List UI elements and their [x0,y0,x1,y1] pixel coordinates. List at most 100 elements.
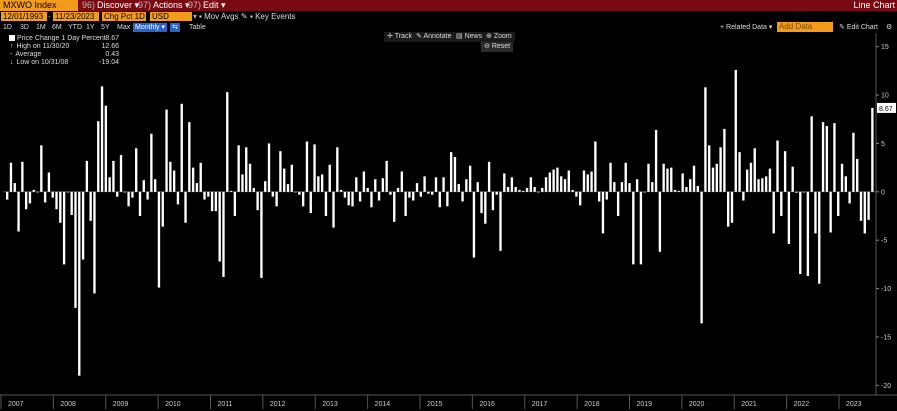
data-bar[interactable] [548,172,552,192]
data-bar[interactable] [207,191,210,197]
data-bar[interactable] [677,190,681,192]
data-bar[interactable] [635,179,639,192]
data-bar[interactable] [852,132,855,192]
gear-icon[interactable]: ⚙ [886,23,892,32]
data-bar[interactable] [863,191,866,234]
data-bar[interactable] [138,191,142,216]
data-bar[interactable] [768,168,772,192]
data-bar[interactable] [821,122,825,192]
data-bar[interactable] [81,191,85,260]
data-bar[interactable] [647,163,650,192]
data-bar[interactable] [233,191,237,216]
annotate-button[interactable]: ✎ Annotate [413,32,455,42]
data-bar[interactable] [229,190,233,192]
data-bar[interactable] [347,191,350,206]
data-bar[interactable] [214,191,218,212]
data-bar[interactable] [97,121,100,192]
data-bar[interactable] [689,179,692,192]
data-bar[interactable] [628,183,631,192]
data-bar[interactable] [692,165,696,192]
data-bar[interactable] [184,191,187,223]
data-bar[interactable] [100,86,104,192]
data-bar[interactable] [499,191,502,251]
data-bar[interactable] [487,161,491,192]
data-bar[interactable] [47,172,51,192]
data-bar[interactable] [112,160,115,192]
data-bar[interactable] [586,174,589,192]
data-bar[interactable] [818,191,821,284]
data-bar[interactable] [609,162,612,192]
data-bar[interactable] [749,162,753,192]
data-bar[interactable] [17,191,20,232]
period-5y[interactable]: 5Y [101,23,110,32]
data-bar[interactable] [651,182,654,192]
data-bar[interactable] [461,191,464,202]
data-bar[interactable] [89,191,92,221]
data-bar[interactable] [745,169,749,192]
related-data-button[interactable]: + Related Data ▾ [720,23,772,32]
data-bar[interactable] [662,163,665,192]
data-bar[interactable] [195,183,199,192]
data-bar[interactable] [298,191,301,195]
data-bar[interactable] [764,176,768,192]
data-bar[interactable] [772,191,775,234]
data-bar[interactable] [556,167,559,192]
period-1m[interactable]: 1M [36,23,46,32]
data-bar[interactable] [666,168,669,192]
data-bar[interactable] [51,191,54,198]
data-bar[interactable] [597,191,601,202]
data-bar[interactable] [837,191,840,216]
data-bar[interactable] [153,179,157,192]
data-bar[interactable] [829,191,832,233]
data-bar[interactable] [24,191,28,210]
data-bar[interactable] [616,191,620,216]
data-bar[interactable] [613,182,616,192]
currency-select[interactable]: USD [150,12,192,21]
track-button[interactable]: ✛ Track [384,32,415,42]
data-bar[interactable] [74,191,77,308]
data-bar[interactable] [814,191,817,234]
data-bar[interactable] [271,191,274,197]
data-bar[interactable] [358,191,362,202]
start-date-field[interactable]: 12/01/1993 [1,12,47,21]
data-bar[interactable] [6,191,9,200]
data-bar[interactable] [210,191,214,212]
data-bar[interactable] [245,147,248,192]
period-1d[interactable]: 1D [3,23,12,32]
data-bar[interactable] [685,186,688,192]
period-max[interactable]: Max [117,23,130,32]
menu-edit[interactable]: 97) Edit ▾ [188,0,226,11]
data-bar[interactable] [840,163,844,192]
chevron-down-icon[interactable]: ▾ [193,12,197,21]
data-bar[interactable] [32,189,35,192]
data-bar[interactable] [267,143,271,192]
data-bar[interactable] [833,123,836,192]
news-button[interactable]: ▤ News [453,32,486,42]
data-bar[interactable] [427,191,430,194]
data-bar[interactable] [131,191,134,198]
data-bar[interactable] [320,174,324,192]
data-bar[interactable] [780,191,783,216]
data-bar[interactable] [313,144,316,192]
data-bar[interactable] [294,191,297,193]
data-bar[interactable] [180,103,183,192]
data-bar[interactable] [256,191,259,211]
data-bar[interactable] [396,187,400,192]
data-bar[interactable] [643,191,646,193]
data-bar[interactable] [700,191,703,324]
data-bar[interactable] [791,166,794,192]
data-bar[interactable] [757,179,760,192]
data-bar[interactable] [374,179,377,192]
data-bar[interactable] [188,122,191,192]
period-1y[interactable]: 1Y [86,23,95,32]
data-bar[interactable] [66,191,70,193]
data-bar[interactable] [590,171,593,192]
data-bar[interactable] [328,164,331,192]
data-bar[interactable] [738,152,741,192]
zoom-button[interactable]: ⊕ Zoom [483,32,515,42]
data-bar[interactable] [419,191,422,197]
data-bar[interactable] [867,191,870,220]
frequency-select[interactable]: Monthly ▾ [133,23,167,32]
data-bar[interactable] [199,162,202,192]
data-bar[interactable] [339,189,343,192]
